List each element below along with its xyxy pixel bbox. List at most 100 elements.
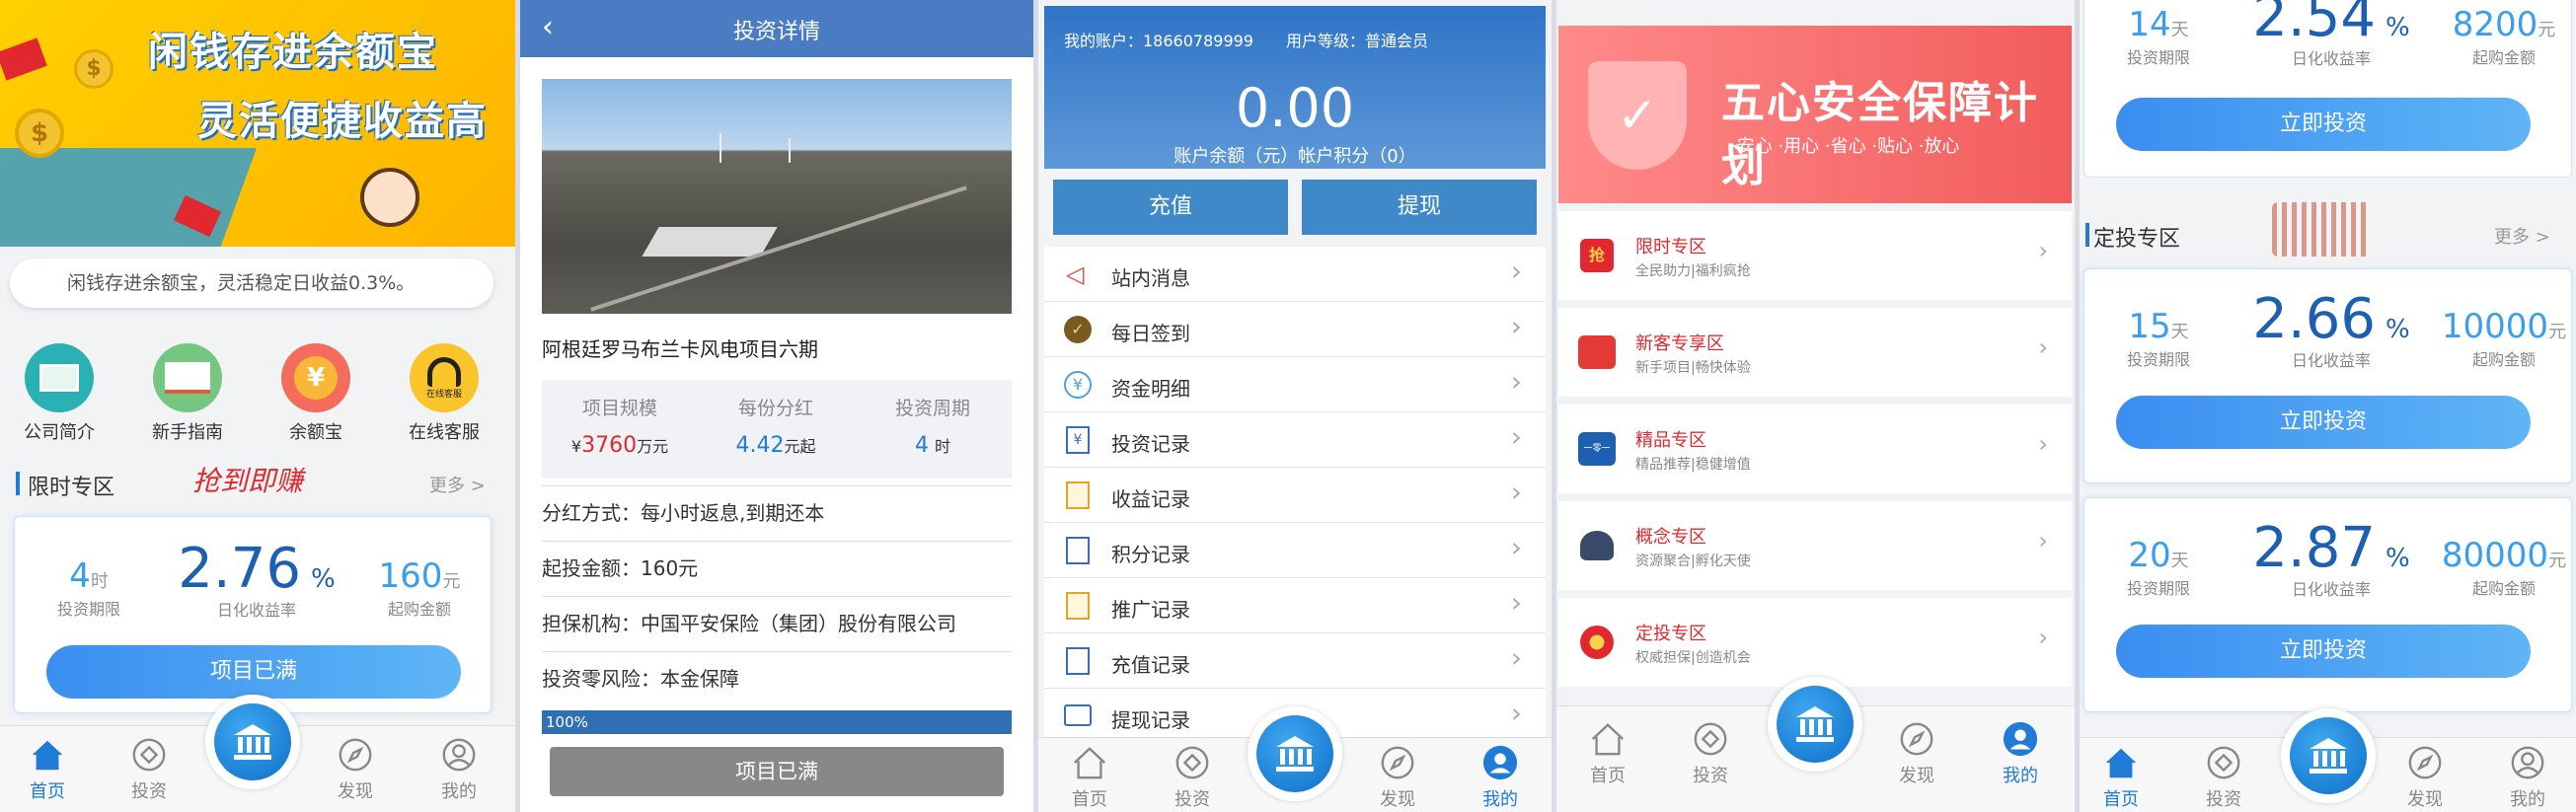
section-marker: [16, 472, 20, 495]
chevron-right-icon: ›: [1510, 310, 1522, 342]
shortcut-label: 公司简介: [24, 422, 95, 443]
chevron-right-icon: ›: [1510, 476, 1522, 508]
chevron-right-icon: ›: [1510, 531, 1522, 563]
compass-icon: [1900, 722, 1933, 756]
invest-now-button[interactable]: 立即投资: [2116, 396, 2531, 449]
safety-banner[interactable]: ✓ 五心安全保障计划 ·安心 ·用心 ·省心 ·贴心 ·放心: [1558, 26, 2072, 203]
tab-home[interactable]: 首页: [1050, 744, 1129, 811]
menu-item-funds[interactable]: ¥ 资金明细 ›: [1044, 357, 1546, 412]
tab-invest[interactable]: 投资: [2184, 744, 2263, 811]
speaker-icon: ◁: [1066, 260, 1085, 288]
shortcut-label: 余额宝: [289, 422, 342, 443]
diamond-icon: [132, 738, 166, 772]
invest-now-button[interactable]: 立即投资: [2116, 625, 2531, 678]
zone-item-concept[interactable]: 概念专区 资源聚合|孵化天使 ›: [1558, 501, 2072, 590]
zone-item-premium[interactable]: 一零一 精品专区 精品推荐|稳健增值 ›: [1558, 405, 2072, 493]
banner[interactable]: $ $ 闲钱存进余额宝 灵活便捷收益高: [0, 0, 515, 247]
home-icon: [2105, 748, 2137, 778]
section-slogan: 抢到即赚: [192, 465, 304, 497]
envelope-icon: [0, 37, 47, 81]
center-bank-button[interactable]: [205, 695, 300, 789]
menu-item-checkin[interactable]: ✓ 每日签到 ›: [1044, 302, 1546, 357]
menu-item-points-records[interactable]: 积分记录 ›: [1044, 523, 1546, 578]
diamond-icon: [2207, 746, 2240, 779]
tab-discover[interactable]: 发现: [1877, 720, 1956, 787]
tab-discover[interactable]: 发现: [2386, 744, 2464, 811]
bank-icon: [234, 724, 271, 760]
product-card-top[interactable]: 14天 投资期限 2.54% 日化收益率 8200元 起购金额 立即投资: [2084, 0, 2572, 178]
progress-fill: 100%: [542, 710, 1012, 734]
detail-row: 投资零风险：本金保障: [542, 651, 1012, 704]
document-icon: [1066, 592, 1090, 620]
account-number: 我的账户：18660789999: [1064, 32, 1253, 50]
product-card[interactable]: 20天 投资期限 2.87% 日化收益率 80000元 起购金额 立即投资: [2084, 497, 2572, 712]
headset-icon: 在线客服: [410, 343, 479, 412]
chevron-right-icon: ›: [2038, 237, 2048, 264]
tab-invest[interactable]: 投资: [1671, 720, 1750, 787]
project-full-button[interactable]: 项目已满: [46, 645, 461, 699]
detail-row: 起投金额：160元: [542, 541, 1012, 594]
more-link[interactable]: 更多 >: [2494, 223, 2550, 249]
clipboard-icon: [1066, 537, 1090, 564]
invest-now-button[interactable]: 立即投资: [2116, 98, 2531, 151]
menu-item-promo-records[interactable]: 推广记录 ›: [1044, 578, 1546, 633]
my-account-screen: 我的账户：18660789999 用户等级：普通会员 0.00 账户余额（元）帐…: [1038, 0, 1552, 812]
tab-mine[interactable]: 我的: [1461, 744, 1540, 811]
gift-icon: [1578, 335, 1616, 369]
period-value: 4: [69, 556, 91, 596]
menu-item-messages[interactable]: ◁ 站内消息 ›: [1044, 247, 1546, 302]
product-card[interactable]: 4时 投资期限 2.76% 日化收益率 160元 起购金额 项目已满: [14, 516, 492, 713]
tab-invest[interactable]: 投资: [110, 736, 189, 803]
project-full-button[interactable]: 项目已满: [550, 747, 1004, 796]
home-icon: [32, 740, 63, 771]
menu-item-income-records[interactable]: 收益记录 ›: [1044, 468, 1546, 523]
tab-mine[interactable]: 我的: [419, 736, 498, 803]
tab-discover[interactable]: 发现: [1358, 744, 1437, 811]
user-icon: [442, 738, 476, 772]
tab-home[interactable]: 首页: [1568, 720, 1647, 787]
home-screen: $ $ 闲钱存进余额宝 灵活便捷收益高 闲钱存进余额宝，灵活稳定日收益0.3%。…: [0, 0, 515, 812]
fixed-term-screen: 14天 投资期限 2.54% 日化收益率 8200元 起购金额 立即投资 定投专区 更…: [2080, 0, 2576, 812]
shortcut-label: 在线客服: [409, 422, 480, 443]
progress-bar: 100%: [542, 710, 1012, 734]
compass-icon: [339, 738, 372, 772]
menu-item-invest-records[interactable]: ¥ 投资记录 ›: [1044, 412, 1546, 468]
shortcut-label: 新手指南: [152, 422, 223, 443]
menu-item-recharge-records[interactable]: 充值记录 ›: [1044, 633, 1546, 689]
shortcut-company[interactable]: 公司简介: [20, 343, 99, 444]
zone-item-newuser[interactable]: 新客专享区 新手项目|畅快体验 ›: [1558, 308, 2072, 397]
tab-discover[interactable]: 发现: [316, 736, 395, 803]
chevron-right-icon: ›: [2038, 527, 2048, 554]
recharge-button[interactable]: 充值: [1053, 180, 1288, 235]
zones-screen: ✓ 五心安全保障计划 ·安心 ·用心 ·省心 ·贴心 ·放心 抢限时专区 全民助力…: [1556, 0, 2075, 812]
diamond-icon: [1175, 746, 1209, 779]
user-icon: [2003, 721, 2038, 757]
chevron-right-icon: ›: [1510, 420, 1522, 453]
tab-home[interactable]: 首页: [2082, 744, 2160, 811]
zone-item-limited[interactable]: 抢限时专区 全民助力|福利疯抢 ›: [1558, 211, 2072, 300]
tab-invest[interactable]: 投资: [1153, 744, 1232, 811]
shortcut-guide[interactable]: 新手指南: [148, 343, 227, 444]
diamond-icon: [1694, 722, 1727, 756]
shortcut-service[interactable]: 在线客服 在线客服: [405, 343, 484, 444]
chevron-right-icon: ›: [2038, 624, 2048, 651]
tab-mine[interactable]: 我的: [2488, 744, 2567, 811]
chevron-right-icon: ›: [2038, 430, 2048, 458]
product-card[interactable]: 15天 投资期限 2.66% 日化收益率 10000元 起购金额 立即投资: [2084, 268, 2572, 483]
tab-mine[interactable]: 我的: [1981, 720, 2060, 787]
shortcut-yuebao[interactable]: ¥ 余额宝: [276, 343, 355, 444]
lotus-icon: [1580, 531, 1614, 560]
detail-row: 分红方式：每小时返息,到期还本: [542, 485, 1012, 539]
balance-caption: 账户余额（元）帐户积分（0）: [1174, 146, 1416, 167]
shield-icon: ✓: [1588, 61, 1687, 170]
center-bank-button[interactable]: [1768, 677, 1862, 772]
banner-line1: 闲钱存进余额宝: [148, 30, 438, 75]
withdraw-button[interactable]: 提现: [1302, 180, 1537, 235]
zone-item-fixed[interactable]: 定投专区 权威担保|创造机会 ›: [1558, 598, 2072, 687]
more-link[interactable]: 更多 >: [429, 472, 486, 497]
center-bank-button[interactable]: [1248, 706, 1342, 801]
notice-bar[interactable]: 闲钱存进余额宝，灵活稳定日收益0.3%。: [10, 258, 493, 308]
project-title: 阿根廷罗马布兰卡风电项目六期: [542, 337, 818, 361]
center-bank-button[interactable]: [2281, 708, 2376, 803]
tab-home[interactable]: 首页: [8, 736, 87, 803]
